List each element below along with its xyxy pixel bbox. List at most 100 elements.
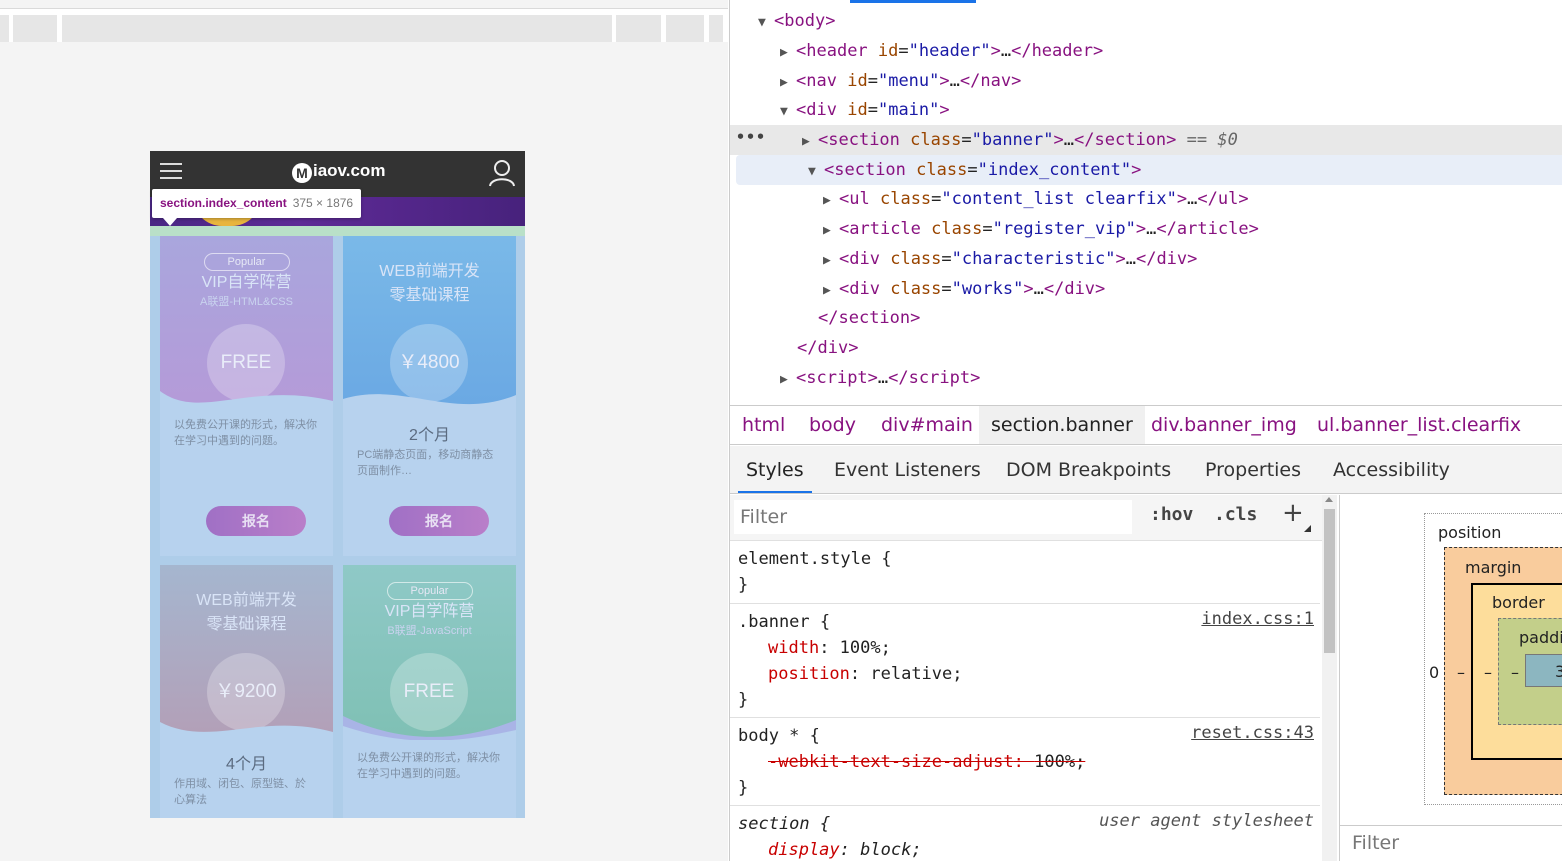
dom-close-div[interactable]: </div> [730, 333, 1562, 363]
user-icon[interactable] [488, 159, 516, 187]
media-query-bar[interactable] [0, 15, 9, 42]
collapse-triangle-icon[interactable]: ▶ [823, 216, 839, 246]
computed-filter-input[interactable]: Filter [1340, 825, 1562, 861]
breadcrumb-item[interactable]: ul.banner_list.clearfix [1305, 406, 1533, 444]
style-rule-element: element.style { } [730, 542, 1320, 604]
box-model-padding-label: paddi [1519, 628, 1562, 647]
style-rule-section: user agent stylesheet section { display:… [730, 807, 1320, 861]
collapse-triangle-icon[interactable]: ▶ [823, 276, 839, 306]
tab-dom-breakpoints[interactable]: DOM Breakpoints [998, 446, 1179, 493]
card-title: VIP自学阵营 [384, 603, 475, 620]
media-query-bar[interactable] [666, 15, 704, 42]
dom-node-banner-selected[interactable]: ▶ <section class="banner">…</section> == … [730, 125, 1562, 155]
signup-button[interactable]: 报名 [389, 506, 489, 536]
sidebar-tabs: Styles Event Listeners DOM Breakpoints P… [730, 446, 1562, 494]
logo-text: iaov.com [313, 161, 386, 180]
element-inspect-tooltip: section.index_content 375 × 1876 [152, 189, 362, 218]
popular-badge: Popular [203, 253, 290, 271]
dom-node-content-list[interactable]: ▶ <ul class="content_list clearfix">…</ul… [730, 184, 1562, 214]
card-body: 以免费公开课的形式，解决你在学习中遇到的问题。 [343, 740, 516, 818]
dom-node-works[interactable]: ▶ <div class="works">…</div> [730, 274, 1562, 304]
new-rule-button[interactable]: + [1282, 498, 1304, 528]
css-property[interactable]: display: block; [730, 837, 1320, 861]
box-model-margin-left[interactable]: – [1457, 663, 1465, 682]
expand-triangle-icon[interactable]: ▼ [808, 157, 824, 187]
collapse-triangle-icon[interactable]: ▶ [823, 246, 839, 276]
course-duration: 2个月 [409, 427, 450, 444]
card-subtitle: B联盟-JavaScript [387, 625, 472, 637]
class-toggle[interactable]: .cls [1214, 504, 1257, 525]
card-description: 以免费公开课的形式，解决你在学习中遇到的问题。 [357, 752, 500, 780]
expand-triangle-icon[interactable]: ▼ [780, 97, 796, 127]
collapse-triangle-icon[interactable]: ▶ [780, 38, 796, 68]
dom-node-index-content[interactable]: ▼ <section class="index_content"> [736, 155, 1562, 185]
dom-node-characteristic[interactable]: ▶ <div class="characteristic">…</div> [730, 244, 1562, 274]
breadcrumb-item[interactable]: div#main [869, 406, 985, 444]
rule-close: } [738, 778, 749, 798]
breadcrumb-item-selected[interactable]: section.banner [979, 406, 1145, 444]
media-query-bar[interactable] [616, 15, 661, 42]
collapse-triangle-icon[interactable]: ▶ [780, 68, 796, 98]
rule-selector[interactable]: element.style { [730, 546, 1320, 572]
card-title: WEB前端开发 [379, 263, 480, 280]
tab-accessibility[interactable]: Accessibility [1325, 446, 1458, 493]
media-query-bar[interactable] [13, 15, 57, 42]
scroll-thumb[interactable] [1324, 509, 1335, 653]
css-property-overridden[interactable]: -webkit-text-size-adjust: 100%; [730, 749, 1320, 775]
new-rule-menu-icon[interactable] [1304, 525, 1311, 532]
hamburger-menu-icon[interactable] [160, 163, 182, 183]
rule-source-link[interactable]: reset.css:43 [1191, 723, 1314, 743]
styles-toolbar: :hov .cls + [730, 495, 1324, 541]
css-property[interactable]: width: 100%; [730, 635, 1320, 661]
box-model-border-label: border [1492, 593, 1545, 612]
signup-button[interactable]: 报名 [206, 506, 306, 536]
elements-dom-tree: ▼ <body> ▶ <header id="header">…</header> … [730, 0, 1562, 404]
card-title: WEB前端开发 [196, 592, 297, 609]
collapse-triangle-icon[interactable]: ▶ [823, 186, 839, 216]
site-logo[interactable]: Miaov.com [292, 161, 385, 183]
course-card[interactable]: Popular VIP自学阵营 B联盟-JavaScript FREE 以免费公… [343, 565, 516, 818]
card-subtitle: A联盟-HTML&CSS [200, 296, 293, 308]
dom-close-section[interactable]: </section> [730, 303, 1562, 333]
rule-source-label: user agent stylesheet [1099, 811, 1314, 831]
box-model-padding-left[interactable]: – [1511, 663, 1519, 682]
rule-source-link[interactable]: index.css:1 [1201, 609, 1314, 629]
card-description: 以免费公开课的形式，解决你在学习中遇到的问题。 [174, 419, 317, 447]
collapse-triangle-icon[interactable]: ▶ [780, 365, 796, 395]
dom-node-register-vip[interactable]: ▶ <article class="register_vip">…</articl… [730, 214, 1562, 244]
scroll-up-arrow-icon[interactable] [1325, 497, 1333, 502]
box-model-border-left[interactable]: – [1484, 663, 1492, 682]
tab-styles[interactable]: Styles [738, 446, 812, 493]
styles-scrollbar[interactable] [1322, 495, 1337, 861]
dom-node-nav[interactable]: ▶ <nav id="menu">…</nav> [730, 66, 1562, 96]
tab-properties[interactable]: Properties [1197, 446, 1309, 493]
card-subtitle: 零基础课程 [206, 616, 287, 633]
hover-state-toggle[interactable]: :hov [1150, 504, 1193, 525]
box-model-margin-label: margin [1465, 558, 1522, 577]
tooltip-selector: section.index_content [160, 196, 287, 210]
breadcrumb-item[interactable]: body [797, 406, 868, 444]
dom-node-header[interactable]: ▶ <header id="header">…</header> [730, 36, 1562, 66]
dom-node-body[interactable]: ▼ <body> [730, 6, 1562, 36]
dom-node-script[interactable]: ▶ <script>…</script> [730, 363, 1562, 393]
collapse-triangle-icon[interactable]: ▶ [802, 127, 818, 157]
css-property[interactable]: position: relative; [730, 661, 1320, 687]
media-query-bar[interactable] [62, 15, 612, 42]
node-actions-icon[interactable]: ••• [736, 128, 766, 146]
breadcrumb-item[interactable]: div.banner_img [1139, 406, 1309, 444]
device-preview: Miaov.com Popular VIP自学阵营 A联盟-HTML&CSS F… [0, 0, 728, 861]
expand-triangle-icon[interactable]: ▼ [758, 8, 774, 38]
tooltip-arrow [163, 218, 177, 226]
course-card[interactable]: Popular VIP自学阵营 A联盟-HTML&CSS FREE 以免费公开课… [160, 236, 333, 556]
tab-event-listeners[interactable]: Event Listeners [826, 446, 989, 493]
dom-node-main[interactable]: ▼ <div id="main"> [730, 95, 1562, 125]
course-card[interactable]: WEB前端开发 零基础课程 ￥4800 2个月 PC端静态页面，移动商静态页面制… [343, 236, 516, 556]
course-card[interactable]: WEB前端开发 零基础课程 ￥9200 4个月 作用域、闭包、原型链、於 心算法 [160, 565, 333, 818]
styles-filter-input[interactable] [734, 500, 1132, 534]
card-description: 作用域、闭包、原型链、於 心算法 [174, 778, 306, 806]
box-model-position-left[interactable]: 0 [1429, 663, 1439, 682]
breadcrumb-item[interactable]: html [730, 406, 797, 444]
rule-close: } [738, 575, 749, 595]
media-query-bar[interactable] [709, 15, 723, 42]
mobile-viewport: Miaov.com Popular VIP自学阵营 A联盟-HTML&CSS F… [150, 151, 525, 818]
